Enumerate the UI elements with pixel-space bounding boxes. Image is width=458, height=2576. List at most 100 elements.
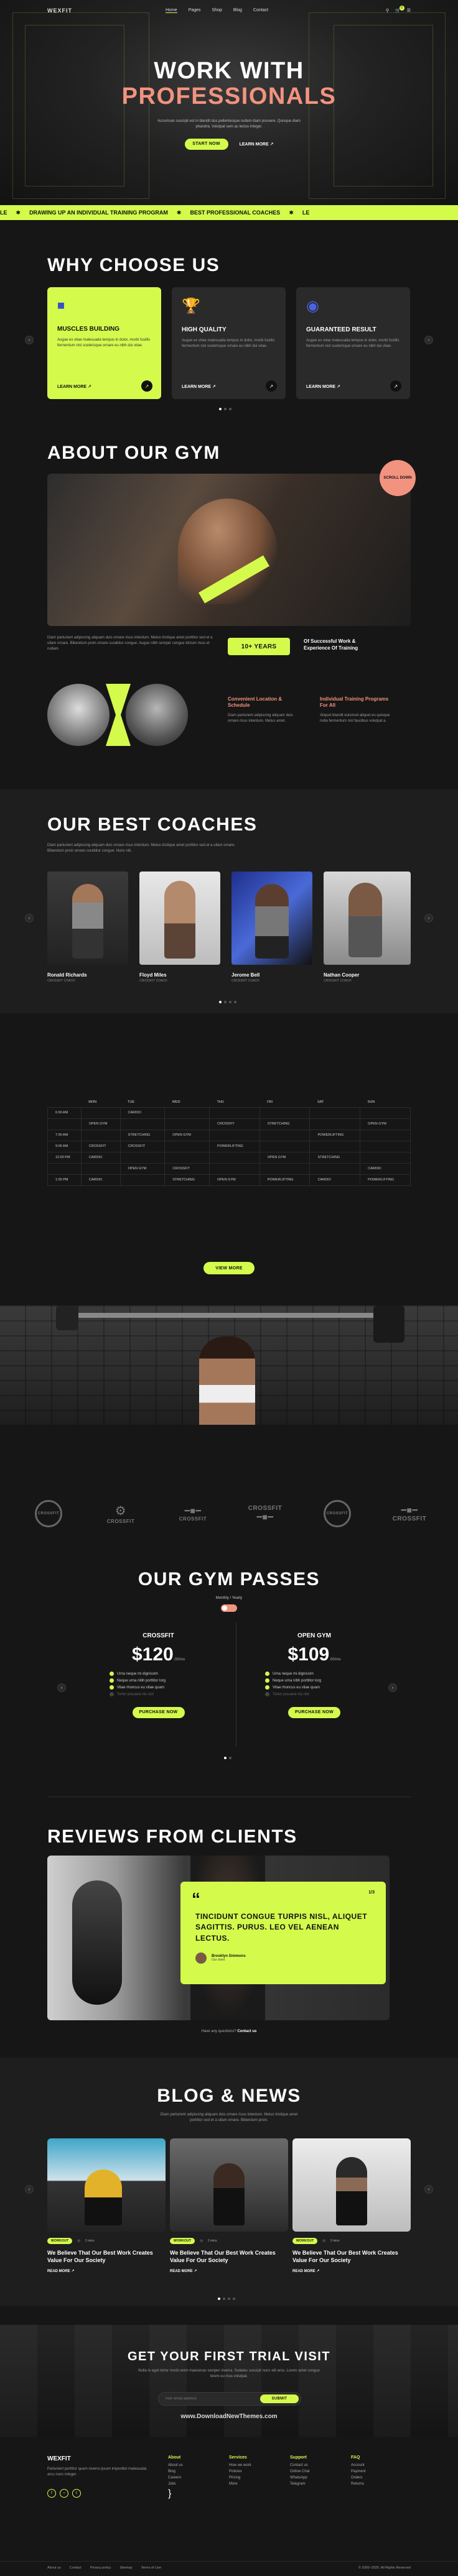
coach-name[interactable]: Floyd Miles: [139, 972, 167, 978]
twitter-icon[interactable]: t: [72, 2489, 81, 2498]
table-cell: [360, 1151, 411, 1164]
footer-link[interactable]: Payment: [351, 2470, 366, 2473]
search-icon[interactable]: ⚲: [386, 8, 389, 13]
blog-prev-arrow[interactable]: ‹: [25, 2185, 34, 2194]
footer-bottom-link[interactable]: Terms of Use: [141, 2566, 161, 2570]
footer-link[interactable]: WhatsApp: [290, 2476, 310, 2480]
footer-link[interactable]: Returns: [351, 2482, 366, 2486]
scroll-down-badge[interactable]: SCROLL DOWN: [380, 460, 416, 496]
about-text: Diam parturient adipiscing aliquam duis …: [47, 636, 213, 651]
why-card-1[interactable]: ⏹ MUSCLES BUILDING Augue ex vitae malesu…: [47, 287, 161, 399]
arrow-icon[interactable]: ↗: [141, 380, 152, 392]
coach-name[interactable]: Ronald Richards: [47, 972, 87, 978]
hero-learn-more-link[interactable]: LEARN MORE ↗: [240, 142, 274, 147]
passes-prev-arrow[interactable]: ‹: [57, 1683, 66, 1692]
coaches-prev-arrow[interactable]: ‹: [25, 914, 34, 922]
instagram-icon[interactable]: ○: [60, 2489, 68, 2498]
yearly-label[interactable]: Yearly: [232, 1596, 242, 1600]
why-next-arrow[interactable]: ›: [424, 336, 433, 344]
cart-icon[interactable]: 🛒 0: [395, 6, 404, 13]
start-now-button[interactable]: START NOW: [184, 138, 228, 150]
footer-bottom-link[interactable]: Privacy policy: [90, 2566, 111, 2570]
blog-title-text[interactable]: We Believe That Our Best Work Creates Va…: [47, 2249, 166, 2264]
why-card-text: Augue ex vitae malesuada tempus in dolor…: [306, 339, 400, 348]
footer-logo[interactable]: WEXFIT: [47, 2455, 71, 2462]
footer-link[interactable]: How we work: [229, 2463, 251, 2467]
read-more-link[interactable]: READ MORE ↗: [47, 2269, 166, 2273]
nav-home[interactable]: Home: [166, 8, 177, 13]
nav-pages[interactable]: Pages: [189, 8, 201, 13]
footer-link[interactable]: More: [229, 2482, 251, 2486]
blog-next-arrow[interactable]: ›: [424, 2185, 433, 2194]
arrow-icon[interactable]: ↗: [266, 380, 277, 392]
coach-photo[interactable]: [139, 872, 220, 965]
footer-link[interactable]: Pricing: [229, 2476, 251, 2480]
coach-photo[interactable]: [324, 872, 411, 965]
coach-photo[interactable]: [47, 872, 128, 965]
blog-title-text[interactable]: We Believe That Our Best Work Creates Va…: [292, 2249, 411, 2264]
coach-name[interactable]: Jerome Bell: [231, 972, 259, 978]
email-field[interactable]: [165, 2397, 252, 2401]
why-card-3[interactable]: ◉ GUARANTEED RESULT Augue ex vitae males…: [296, 287, 410, 399]
arrow-icon[interactable]: ↗: [390, 380, 401, 392]
footer-link[interactable]: Blog: [168, 2470, 183, 2473]
contact-us-link[interactable]: Contact us: [237, 2030, 256, 2033]
table-header: MON: [88, 1100, 97, 1104]
nav-links: Home Pages Shop Blog Contact: [166, 8, 268, 13]
table-cell: STRETCHING: [119, 1129, 166, 1141]
billing-toggle[interactable]: [221, 1604, 237, 1612]
hero-title-2: PROFESSIONALS: [121, 83, 337, 109]
submit-button[interactable]: SUBMIT: [260, 2394, 299, 2403]
table-header: SAT: [317, 1100, 324, 1104]
site-logo[interactable]: WEXFIT: [47, 7, 72, 14]
blog-card[interactable]: WORKOUT ◷ 2 mins We Believe That Our Best …: [170, 2138, 288, 2273]
blog-card[interactable]: WORKOUT ◷ 2 mins We Believe That Our Best …: [47, 2138, 166, 2273]
why-card-link[interactable]: LEARN MORE ↗: [57, 384, 91, 389]
footer-link[interactable]: Telegram: [290, 2482, 310, 2486]
footer-col-about: About About us Blog Careers Jobs }: [168, 2455, 183, 2499]
schedule-table: MON TUE WED THU FRI SAT SUN 6:00 AM CARDI…: [47, 1097, 411, 1186]
footer-link[interactable]: Account: [351, 2463, 366, 2467]
footer-link[interactable]: Policies: [229, 2470, 251, 2473]
blog-tag[interactable]: WORKOUT: [170, 2238, 195, 2244]
menu-icon[interactable]: ☰: [407, 8, 411, 13]
coach-photo[interactable]: [231, 872, 312, 965]
footer-link[interactable]: Contact us: [290, 2463, 310, 2467]
nav-blog[interactable]: Blog: [233, 8, 242, 13]
crossfit-logo: CROSSFIT ━■━: [248, 1505, 283, 1522]
blog-tag[interactable]: WORKOUT: [292, 2238, 318, 2244]
view-more-button[interactable]: VIEW MORE: [203, 1262, 255, 1274]
footer-link[interactable]: Careers: [168, 2476, 183, 2480]
author-role: Our client: [212, 1958, 225, 1962]
footer-link[interactable]: Orders: [351, 2476, 366, 2480]
footer: WEXFIT Parturient porttitor quam viverra…: [0, 2437, 458, 2576]
blog-title-text[interactable]: We Believe That Our Best Work Creates Va…: [170, 2249, 288, 2264]
monthly-label[interactable]: Monthly: [216, 1596, 229, 1600]
why-card-2[interactable]: 🏆 HIGH QUALITY Augue ex vitae malesuada …: [172, 287, 286, 399]
read-more-link[interactable]: READ MORE ↗: [170, 2269, 288, 2273]
coach-name[interactable]: Nathan Cooper: [324, 972, 359, 978]
purchase-button[interactable]: PURCHASE NOW: [288, 1706, 340, 1718]
facebook-icon[interactable]: f: [47, 2489, 56, 2498]
why-card-link[interactable]: LEARN MORE ↗: [182, 384, 216, 389]
trial-text: Nulla in eget tortor morbi enim maecenas…: [138, 2369, 320, 2378]
nav-shop[interactable]: Shop: [212, 8, 222, 13]
footer-link[interactable]: About us: [168, 2463, 183, 2467]
hero-actions: START NOW LEARN MORE ↗: [0, 138, 458, 150]
table-cell: CARDIO: [119, 1106, 166, 1119]
nav-contact[interactable]: Contact: [253, 8, 268, 13]
footer-bottom-link[interactable]: About us: [47, 2566, 61, 2570]
crossfit-logo: CROSSFIT: [27, 1495, 70, 1532]
purchase-button[interactable]: PURCHASE NOW: [132, 1706, 185, 1718]
read-more-link[interactable]: READ MORE ↗: [292, 2269, 411, 2273]
footer-link[interactable]: Jobs: [168, 2482, 183, 2486]
footer-bottom-link[interactable]: Contact: [70, 2566, 82, 2570]
blog-card[interactable]: WORKOUT ◷ 2 mins We Believe That Our Best …: [292, 2138, 411, 2273]
footer-bottom-link[interactable]: Sitemap: [119, 2566, 132, 2570]
coaches-next-arrow[interactable]: ›: [424, 914, 433, 922]
why-prev-arrow[interactable]: ‹: [25, 336, 34, 344]
blog-tag[interactable]: WORKOUT: [47, 2238, 73, 2244]
why-card-link[interactable]: LEARN MORE ↗: [306, 384, 340, 389]
copyright: © 2000–2025. All Rights Reserved: [358, 2566, 411, 2570]
footer-link[interactable]: Online Chat: [290, 2470, 310, 2473]
